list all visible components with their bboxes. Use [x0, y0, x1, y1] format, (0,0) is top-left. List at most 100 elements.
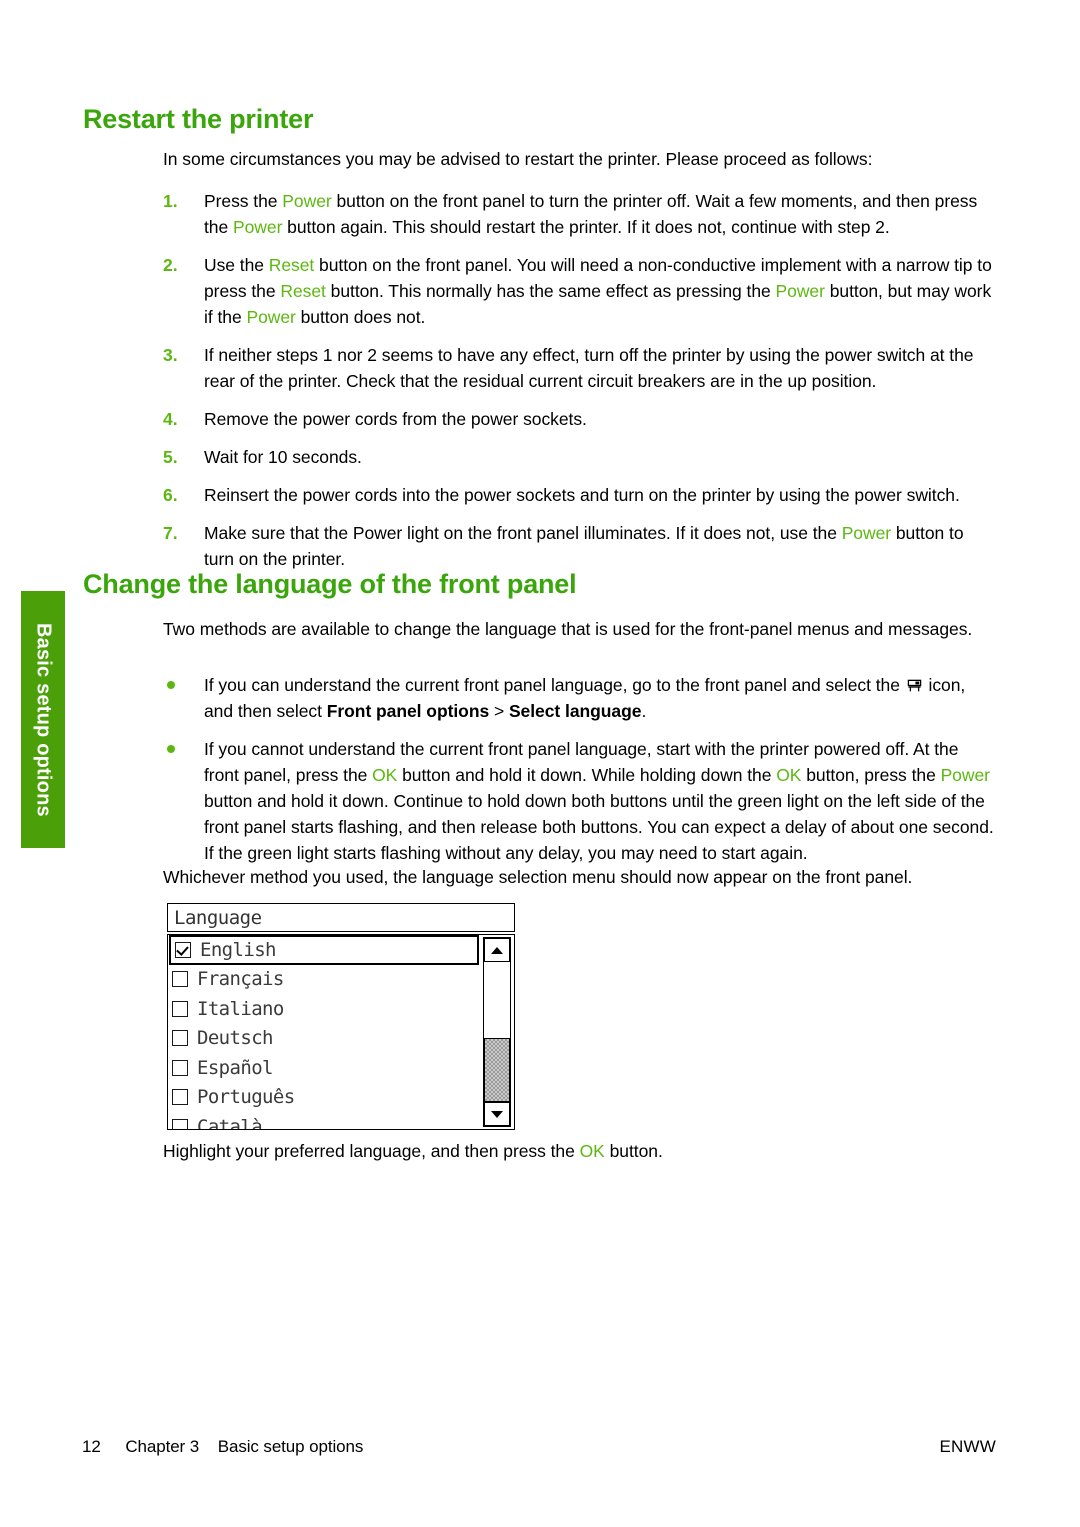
step-number: 2. [163, 255, 178, 275]
restart-step-item: 6. Reinsert the power cords into the powe… [163, 482, 996, 508]
front-panel-language-listbox[interactable]: English Français Italiano Deutsch Español Por… [167, 934, 515, 1130]
restart-step-item: 4. Remove the power cords from the power … [163, 406, 996, 432]
step-text: Use the Reset button on the front panel.… [204, 252, 996, 330]
front-panel-dialog-titlebar: Language [167, 903, 515, 932]
step-text: Make sure that the Power light on the fr… [204, 520, 996, 572]
checkbox-icon[interactable] [172, 1118, 188, 1129]
front-panel-key-name: OK [372, 765, 398, 785]
restart-step-item: 7. Make sure that the Power light on the … [163, 520, 996, 572]
footer-locale: ENWW [939, 1437, 996, 1456]
text-run: button does not. [295, 307, 426, 327]
language-method-item: If you can understand the current front … [163, 672, 996, 724]
front-panel-dialog-title: Language [174, 907, 262, 929]
front-panel-key-name: Power [940, 765, 990, 785]
text-run: If you can understand the current front … [204, 675, 905, 695]
scroll-down-button[interactable] [484, 1102, 510, 1126]
restart-intro-paragraph: In some circumstances you may be advised… [163, 149, 873, 169]
checkbox-icon[interactable] [172, 1059, 188, 1076]
step-number: 1. [163, 191, 178, 211]
footer-chapter-title: Basic setup options [217, 1437, 364, 1456]
language-method-item: If you cannot understand the current fro… [163, 736, 996, 866]
step-number: 5. [163, 447, 178, 467]
text-run: Highlight your preferred language, and t… [163, 1141, 580, 1161]
language-list-item[interactable]: Italiano [168, 994, 481, 1024]
text-run: button again. This should restart the pr… [282, 217, 890, 237]
text-run: Reinsert the power cords into the power … [204, 485, 960, 505]
language-list-item-label: English [200, 938, 276, 961]
text-run: If neither steps 1 nor 2 seems to have a… [204, 345, 974, 391]
step-text: If neither steps 1 nor 2 seems to have a… [204, 342, 996, 394]
language-list-item-label: Català [197, 1115, 263, 1130]
scrollbar-thumb[interactable] [484, 1038, 510, 1102]
bullet-text: If you can understand the current front … [204, 672, 996, 724]
front-panel-scrollbar[interactable] [483, 937, 511, 1127]
step-number: 4. [163, 409, 178, 429]
front-panel-key-name: Reset [280, 281, 326, 301]
text-run: Make sure that the Power light on the fr… [204, 523, 842, 543]
step-number: 7. [163, 523, 178, 543]
footer-chapter-number: Chapter 3 [125, 1437, 200, 1456]
menu-path-term: Front panel options [326, 701, 490, 721]
step-number: 6. [163, 485, 178, 505]
checkbox-icon[interactable] [172, 1089, 188, 1106]
language-intro-paragraph: Two methods are available to change the … [163, 619, 973, 639]
language-list-item-label: Deutsch [197, 1027, 273, 1050]
text-run: button. This normally has the same effec… [325, 281, 776, 301]
restart-step-item: 2. Use the Reset button on the front pane… [163, 252, 996, 330]
text-run: > [489, 701, 509, 721]
language-list-item-label: Italiano [197, 997, 284, 1020]
section-heading-change-language: Change the language of the front panel [83, 569, 577, 599]
text-run: button and hold it down. While holding d… [397, 765, 777, 785]
step-text: Wait for 10 seconds. [204, 444, 996, 470]
language-list-item[interactable]: English [169, 935, 479, 965]
language-list-item-label: Français [197, 968, 284, 991]
front-panel-key-name: OK [776, 765, 802, 785]
section-heading-restart-printer: Restart the printer [83, 104, 314, 134]
step-text: Reinsert the power cords into the power … [204, 482, 996, 508]
chapter-side-tab-label: Basic setup options [32, 622, 55, 817]
language-after-bullets-paragraph: Whichever method you used, the language … [163, 867, 913, 887]
step-text: Remove the power cords from the power so… [204, 406, 996, 432]
restart-step-item: 3. If neither steps 1 nor 2 seems to have… [163, 342, 996, 394]
triangle-up-icon [491, 946, 503, 954]
page-footer: 12 Chapter 3 Basic setup options ENWW [0, 1437, 1080, 1467]
language-caption-paragraph: Highlight your preferred language, and t… [163, 1138, 996, 1164]
front-panel-setup-icon [907, 674, 922, 692]
menu-path-term: Select language [508, 701, 642, 721]
front-panel-key-name: Power [775, 281, 825, 301]
language-list-item[interactable]: Français [168, 965, 481, 995]
front-panel-key-name: Power [282, 191, 332, 211]
bullet-dot-icon [167, 745, 175, 753]
text-run: Use the [204, 255, 269, 275]
step-text: Press the Power button on the front pane… [204, 188, 996, 240]
front-panel-language-dialog: Language English Français Italiano Deutsch E… [167, 903, 517, 1131]
text-run: button. [604, 1141, 663, 1161]
checkbox-checked-icon[interactable] [175, 941, 191, 958]
language-list-item[interactable]: Deutsch [168, 1024, 481, 1054]
checkbox-icon[interactable] [172, 1000, 188, 1017]
language-list-item-label: Español [197, 1056, 273, 1079]
restart-steps-list: 1. Press the Power button on the front pa… [163, 188, 996, 584]
front-panel-key-name: Reset [268, 255, 315, 275]
language-list-item[interactable]: Español [168, 1053, 481, 1083]
scroll-up-button[interactable] [484, 938, 510, 962]
bullet-marker [163, 672, 204, 724]
triangle-down-icon [491, 1110, 503, 1118]
restart-step-item: 5. Wait for 10 seconds. [163, 444, 996, 470]
text-run: Press the [204, 191, 283, 211]
bullet-text: If you cannot understand the current fro… [204, 736, 996, 866]
front-panel-key-name: Power [246, 307, 296, 327]
bullet-dot-icon [167, 681, 175, 689]
footer-page-number: 12 [82, 1437, 101, 1456]
checkbox-icon[interactable] [172, 1030, 188, 1047]
chapter-side-tab: Basic setup options [21, 591, 65, 848]
step-number: 3. [163, 345, 178, 365]
language-list-item-label: Português [197, 1086, 295, 1109]
language-list-item[interactable]: Português [168, 1083, 481, 1113]
language-methods-list: If you can understand the current front … [163, 672, 996, 878]
checkbox-icon[interactable] [172, 971, 188, 988]
front-panel-key-name: OK [579, 1141, 605, 1161]
text-run: button, press the [801, 765, 941, 785]
text-run: Wait for 10 seconds. [204, 447, 362, 467]
language-list-item[interactable]: Català [168, 1112, 481, 1130]
